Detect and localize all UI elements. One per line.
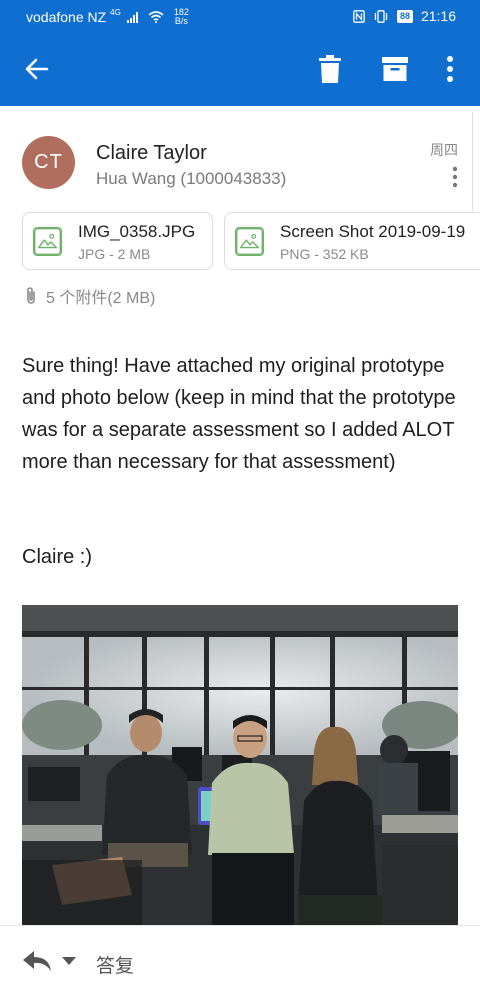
attachment-name: Screen Shot 2019-09-19 (280, 222, 466, 241)
clock: 21:16 (420, 8, 456, 24)
message-body: Sure thing! Have attached my original pr… (22, 355, 456, 473)
reply-bar: 答复 (0, 925, 480, 997)
attachment-meta: PNG - 352 KB (280, 246, 369, 262)
network-type: 4G (110, 8, 121, 17)
attachment-summary-label: 5 个附件(2 MB) (46, 290, 156, 307)
archive-icon[interactable] (382, 56, 408, 82)
avatar[interactable]: CT (22, 136, 75, 189)
attachment-card[interactable]: Screen Shot 2019-09-19 PNG - 352 KB (224, 212, 480, 270)
more-icon[interactable] (442, 55, 458, 83)
paperclip-icon (27, 287, 35, 304)
inline-photo[interactable] (22, 605, 458, 925)
attachment-name: IMG_0358.JPG (78, 222, 196, 241)
recipient: Hua Wang (1000043833) (96, 169, 287, 188)
reply-icon[interactable] (22, 950, 52, 972)
attachment-meta: JPG - 2 MB (78, 246, 151, 262)
status-right: 88 21:16 (353, 8, 456, 24)
message-more-icon[interactable] (452, 166, 458, 188)
status-bar: vodafone NZ 4G 182 B/s 88 21:16 (0, 0, 480, 32)
net-speed: 182 B/s (174, 8, 189, 26)
battery-icon: 88 (396, 9, 413, 23)
sender-name: Claire Taylor (96, 142, 207, 164)
image-icon (33, 227, 62, 256)
wifi-icon (148, 11, 164, 23)
carrier-label: vodafone NZ (26, 9, 107, 25)
message-date: 周四 (430, 142, 458, 158)
reply-button[interactable]: 答复 (96, 951, 134, 978)
back-icon[interactable] (24, 56, 50, 82)
app-bar (0, 32, 480, 106)
attachment-card[interactable]: IMG_0358.JPG JPG - 2 MB (22, 212, 213, 270)
nfc-icon (353, 9, 365, 23)
signal-icon (126, 11, 138, 23)
trash-icon[interactable] (319, 55, 341, 83)
image-icon (235, 227, 264, 256)
net-speed-unit: B/s (174, 16, 188, 26)
status-left: vodafone NZ 4G 182 B/s (26, 8, 189, 26)
attachment-summary[interactable]: 5 个附件(2 MB) (24, 284, 155, 308)
vibrate-icon (374, 9, 388, 23)
chevron-down-icon[interactable] (62, 957, 76, 965)
attachment-list: IMG_0358.JPG JPG - 2 MB Screen Shot 2019… (22, 212, 480, 272)
sender-header[interactable]: CT Claire Taylor Hua Wang (1000043833) 周… (0, 120, 480, 208)
message-signoff: Claire :) (22, 546, 93, 568)
